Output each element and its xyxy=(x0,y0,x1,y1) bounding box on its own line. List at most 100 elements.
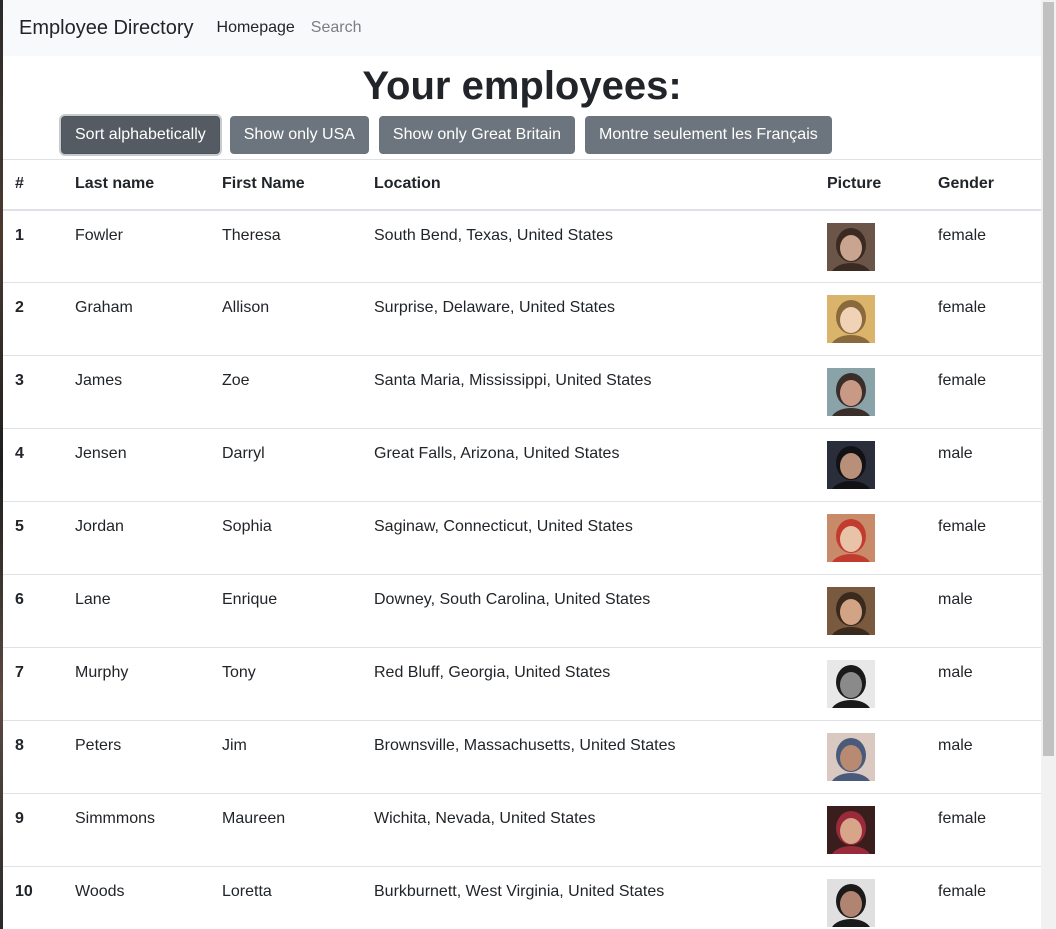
last-name-cell: James xyxy=(63,355,210,429)
navbar-brand[interactable]: Employee Directory xyxy=(19,17,194,40)
employee-avatar xyxy=(827,587,875,635)
employee-avatar xyxy=(827,879,875,927)
location-cell: Wichita, Nevada, United States xyxy=(362,793,815,867)
first-name-cell: Zoe xyxy=(210,355,362,429)
employee-avatar xyxy=(827,660,875,708)
sort-alphabetically-button[interactable]: Sort alphabetically xyxy=(61,116,220,154)
table-header: # Last name First Name Location Picture … xyxy=(3,159,1041,211)
last-name-cell: Jordan xyxy=(63,501,210,575)
location-cell: Santa Maria, Mississippi, United States xyxy=(362,355,815,429)
first-name-cell: Maureen xyxy=(210,793,362,867)
last-name-cell: Fowler xyxy=(63,209,210,283)
employee-avatar xyxy=(827,295,875,343)
employee-avatar xyxy=(827,806,875,854)
table-row: 9 Simmmons Maureen Wichita, Nevada, United … xyxy=(3,793,1041,867)
location-cell: Great Falls, Arizona, United States xyxy=(362,428,815,502)
row-number: 9 xyxy=(3,793,63,867)
gender-cell: female xyxy=(926,501,1041,575)
vertical-scrollbar[interactable] xyxy=(1041,0,1056,929)
last-name-cell: Peters xyxy=(63,720,210,794)
picture-cell xyxy=(815,209,926,283)
row-number: 8 xyxy=(3,720,63,794)
row-number: 10 xyxy=(3,866,63,929)
header-first-name: First Name xyxy=(210,159,362,211)
show-only-great-britain-button[interactable]: Show only Great Britain xyxy=(378,116,575,154)
employee-avatar xyxy=(827,368,875,416)
employee-table: # Last name First Name Location Picture … xyxy=(3,159,1041,929)
location-cell: Burkburnett, West Virginia, United State… xyxy=(362,866,815,929)
location-cell: Downey, South Carolina, United States xyxy=(362,574,815,648)
table-row: 4 Jensen Darryl Great Falls, Arizona, Unite… xyxy=(3,428,1041,502)
table-row: 10 Woods Loretta Burkburnett, West Virginia… xyxy=(3,866,1041,929)
table-row: 8 Peters Jim Brownsville, Massachusetts, Un… xyxy=(3,720,1041,794)
first-name-cell: Loretta xyxy=(210,866,362,929)
picture-cell xyxy=(815,866,926,929)
gender-cell: male xyxy=(926,574,1041,648)
first-name-cell: Tony xyxy=(210,647,362,721)
row-number: 3 xyxy=(3,355,63,429)
location-cell: Surprise, Delaware, United States xyxy=(362,282,815,356)
gender-cell: male xyxy=(926,720,1041,794)
gender-cell: female xyxy=(926,793,1041,867)
gender-cell: female xyxy=(926,866,1041,929)
picture-cell xyxy=(815,501,926,575)
last-name-cell: Jensen xyxy=(63,428,210,502)
table-row: 6 Lane Enrique Downey, South Carolina, Unit… xyxy=(3,574,1041,648)
last-name-cell: Woods xyxy=(63,866,210,929)
picture-cell xyxy=(815,720,926,794)
picture-cell xyxy=(815,355,926,429)
employee-avatar xyxy=(827,733,875,781)
picture-cell xyxy=(815,574,926,648)
picture-cell xyxy=(815,647,926,721)
first-name-cell: Sophia xyxy=(210,501,362,575)
picture-cell xyxy=(815,428,926,502)
gender-cell: female xyxy=(926,209,1041,283)
picture-cell xyxy=(815,793,926,867)
row-number: 1 xyxy=(3,209,63,283)
table-row: 5 Jordan Sophia Saginaw, Connecticut, Unite… xyxy=(3,501,1041,575)
gender-cell: female xyxy=(926,282,1041,356)
table-row: 1 Fowler Theresa South Bend, Texas, United … xyxy=(3,209,1041,283)
employee-avatar xyxy=(827,514,875,562)
last-name-cell: Murphy xyxy=(63,647,210,721)
header-location: Location xyxy=(362,159,815,211)
row-number: 5 xyxy=(3,501,63,575)
last-name-cell: Lane xyxy=(63,574,210,648)
navbar: Employee Directory Homepage Search xyxy=(3,0,1041,56)
first-name-cell: Allison xyxy=(210,282,362,356)
table-row: 2 Graham Allison Surprise, Delaware, United… xyxy=(3,282,1041,356)
employee-avatar xyxy=(827,441,875,489)
show-only-france-button[interactable]: Montre seulement les Français xyxy=(585,116,832,154)
employee-avatar xyxy=(827,222,875,271)
gender-cell: male xyxy=(926,428,1041,502)
header-gender: Gender xyxy=(926,159,1041,211)
row-number: 2 xyxy=(3,282,63,356)
location-cell: South Bend, Texas, United States xyxy=(362,209,815,283)
first-name-cell: Theresa xyxy=(210,209,362,283)
first-name-cell: Darryl xyxy=(210,428,362,502)
gender-cell: female xyxy=(926,355,1041,429)
gender-cell: male xyxy=(926,647,1041,721)
last-name-cell: Graham xyxy=(63,282,210,356)
table-body: 1 Fowler Theresa South Bend, Texas, United … xyxy=(3,209,1041,929)
first-name-cell: Jim xyxy=(210,720,362,794)
last-name-cell: Simmmons xyxy=(63,793,210,867)
location-cell: Brownsville, Massachusetts, United State… xyxy=(362,720,815,794)
scrollbar-thumb[interactable] xyxy=(1043,2,1054,756)
first-name-cell: Enrique xyxy=(210,574,362,648)
nav-search-link[interactable]: Search xyxy=(311,19,362,37)
row-number: 7 xyxy=(3,647,63,721)
table-row: 7 Murphy Tony Red Bluff, Georgia, United St… xyxy=(3,647,1041,721)
header-picture: Picture xyxy=(815,159,926,211)
location-cell: Red Bluff, Georgia, United States xyxy=(362,647,815,721)
row-number: 6 xyxy=(3,574,63,648)
picture-cell xyxy=(815,282,926,356)
row-number: 4 xyxy=(3,428,63,502)
table-row: 3 James Zoe Santa Maria, Mississippi, Unite… xyxy=(3,355,1041,429)
page: Employee Directory Homepage Search Your … xyxy=(3,0,1041,929)
nav-link-homepage[interactable]: Homepage xyxy=(217,19,295,37)
header-last-name: Last name xyxy=(63,159,210,211)
filter-button-group: Sort alphabetically Show only USA Show o… xyxy=(3,116,1041,156)
show-only-usa-button[interactable]: Show only USA xyxy=(229,116,369,154)
location-cell: Saginaw, Connecticut, United States xyxy=(362,501,815,575)
